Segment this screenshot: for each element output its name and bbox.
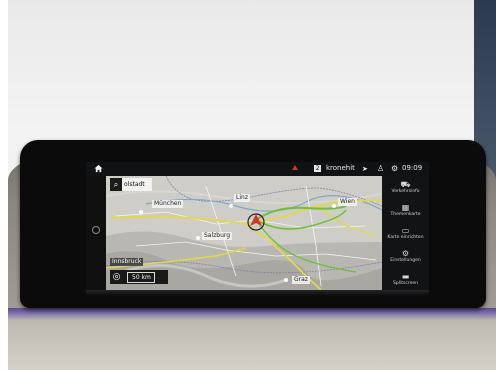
info-circle-icon[interactable] [92, 226, 100, 234]
navigation-arrow-icon: ➤ [362, 165, 368, 173]
screen-reflection [86, 290, 429, 296]
panel-item-settings[interactable]: ⚙ Einstellungen [382, 249, 429, 264]
map-scale-value: 50 km [127, 271, 155, 283]
panel-item-label: Karte einrichten [387, 235, 424, 240]
map-options-panel: ⛟ Verkehrsinfo ▦ Themenkarte ▭ Karte ein… [382, 176, 429, 290]
radio-station-name[interactable]: kronehit [326, 164, 355, 172]
red-triangle-icon [292, 165, 298, 170]
gear-icon[interactable]: ⚙ [391, 164, 398, 173]
map-theme-icon: ▦ [401, 203, 410, 212]
search-icon[interactable]: ⌕ [110, 178, 122, 191]
radio-preset-badge: 2 [314, 165, 321, 172]
home-icon[interactable] [94, 164, 103, 173]
split-screen-icon: ▬ [401, 272, 410, 281]
panel-item-label: Themenkarte [390, 212, 421, 217]
person-icon[interactable]: ♙ [377, 164, 384, 173]
panel-item-label: Einstellungen [390, 258, 421, 263]
panel-item-map-setup[interactable]: ▭ Karte einrichten [382, 226, 429, 241]
compass-icon[interactable]: ◎ [110, 270, 123, 284]
map-label-linz: Linz [234, 194, 250, 202]
panel-item-label: Verkehrsinfo [391, 189, 420, 194]
traffic-icon: ⛟ [400, 180, 411, 189]
map-label-salzburg: Salzburg [202, 232, 233, 240]
panel-item-traffic[interactable]: ⛟ Verkehrsinfo [382, 180, 429, 195]
infotainment-screen: 2 kronehit ➤ ♙ ⚙ 09:09 München Linz Wien… [86, 162, 429, 290]
clock: 09:09 [402, 164, 423, 172]
dashboard-trim [8, 308, 496, 370]
left-side-strip [86, 176, 106, 290]
panel-item-theme-map[interactable]: ▦ Themenkarte [382, 203, 429, 218]
car-map-icon: ▭ [401, 226, 410, 235]
destination-search[interactable]: ⌕ olstadt [110, 178, 152, 191]
gear-icon: ⚙ [401, 249, 410, 258]
panel-item-label: Splitscreen [393, 281, 418, 286]
map-scale-control[interactable]: ◎ 50 km [110, 270, 168, 284]
map-label-munchen: München [152, 200, 184, 208]
map-label-innsbruck: Innsbruck [110, 258, 144, 266]
panel-item-splitscreen[interactable]: ▬ Splitscreen [382, 272, 429, 287]
map-label-graz: Graz [292, 276, 310, 284]
status-bar: 2 kronehit ➤ ♙ ⚙ 09:09 [86, 162, 429, 176]
map-label-wien: Wien [338, 198, 357, 206]
search-text: olstadt [124, 181, 145, 188]
